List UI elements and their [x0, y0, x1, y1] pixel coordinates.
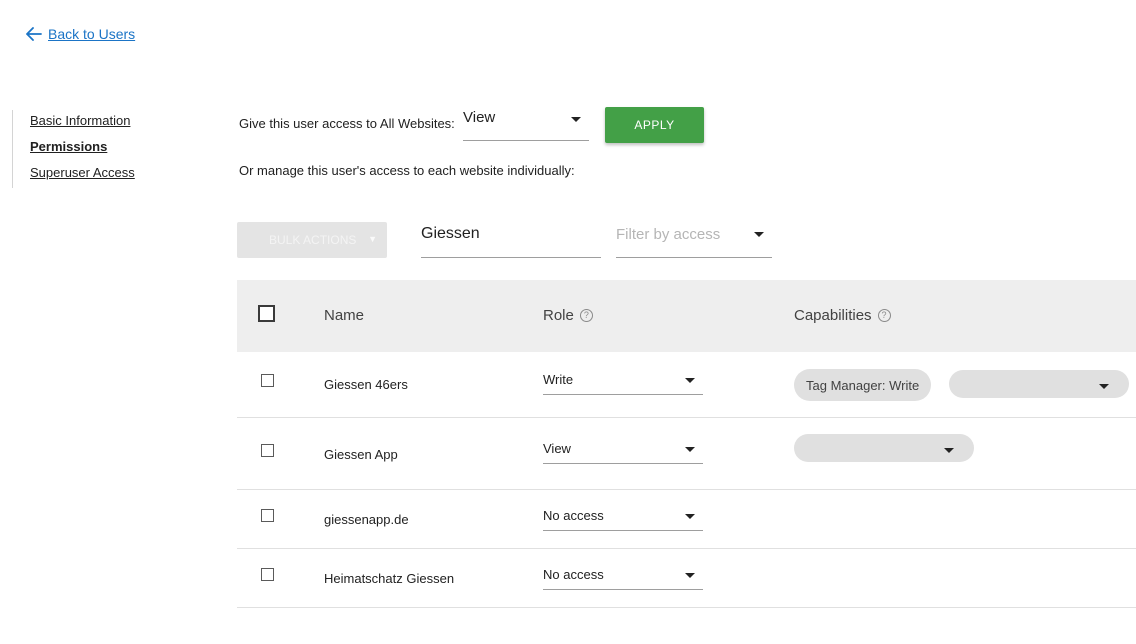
role-value: View [543, 441, 571, 456]
table-row: Giessen 46ers Write Tag Manager: Write [237, 352, 1136, 418]
dropdown-arrow-icon: ▼ [368, 234, 377, 244]
chevron-down-icon [571, 117, 581, 122]
side-nav: Basic Information Permissions Superuser … [12, 110, 135, 188]
role-select[interactable]: View [543, 438, 703, 464]
website-name: giessenapp.de [324, 512, 409, 527]
arrow-left-icon [26, 27, 42, 41]
bulk-actions-button[interactable]: BULK ACTIONS ▼ [237, 222, 387, 258]
capabilities-column-header: Capabilities ? [794, 307, 891, 324]
bulk-actions-label: BULK ACTIONS [269, 233, 357, 247]
website-name: Giessen 46ers [324, 377, 408, 392]
chevron-down-icon [754, 232, 764, 237]
table-row: Giessen App View [237, 418, 1136, 490]
apply-button[interactable]: APPLY [605, 107, 704, 143]
filter-by-access-select[interactable]: Filter by access [616, 220, 772, 258]
chevron-down-icon [685, 447, 695, 452]
capability-chip-label: Tag Manager: Write [806, 377, 920, 393]
chevron-down-icon [685, 573, 695, 578]
all-websites-role-select[interactable]: View [463, 104, 589, 141]
back-to-users-label: Back to Users [48, 26, 136, 42]
filter-by-access-placeholder: Filter by access [616, 226, 721, 243]
chevron-down-icon [685, 378, 695, 383]
website-search-input[interactable] [421, 219, 601, 249]
all-websites-role-value: View [463, 109, 496, 126]
table-header: Name Role ? Capabilities ? [237, 280, 1136, 352]
role-select[interactable]: No access [543, 564, 703, 590]
permissions-table: Name Role ? Capabilities ? Giessen 46ers… [237, 280, 1136, 608]
help-icon[interactable]: ? [877, 309, 891, 322]
name-header-label: Name [324, 307, 365, 324]
row-checkbox[interactable] [261, 444, 274, 457]
nav-item-superuser-access[interactable]: Superuser Access [12, 162, 135, 188]
capability-select[interactable] [794, 434, 974, 462]
chevron-down-icon [685, 514, 695, 519]
row-checkbox[interactable] [261, 568, 274, 581]
role-header-label: Role [543, 307, 574, 324]
chevron-down-icon [1099, 384, 1109, 389]
individual-access-label: Or manage this user's access to each web… [239, 163, 575, 178]
nav-item-permissions[interactable]: Permissions [12, 136, 135, 162]
role-value: No access [543, 567, 604, 582]
chevron-down-icon [944, 448, 954, 453]
back-to-users-link[interactable]: Back to Users [26, 26, 135, 42]
select-all-checkbox[interactable] [258, 305, 275, 322]
capability-select[interactable] [949, 370, 1129, 398]
table-row: Heimatschatz Giessen No access [237, 549, 1136, 608]
role-select[interactable]: Write [543, 369, 703, 395]
website-name: Giessen App [324, 447, 398, 462]
role-column-header: Role ? [543, 307, 593, 324]
row-checkbox[interactable] [261, 374, 274, 387]
website-name: Heimatschatz Giessen [324, 571, 455, 586]
role-value: Write [543, 372, 574, 387]
name-column-header: Name [324, 307, 364, 324]
help-icon[interactable]: ? [579, 309, 593, 322]
role-value: No access [543, 508, 604, 523]
nav-item-basic-information[interactable]: Basic Information [12, 110, 135, 136]
role-select[interactable]: No access [543, 505, 703, 531]
table-row: giessenapp.de No access [237, 490, 1136, 549]
website-search-field[interactable] [421, 219, 601, 258]
capability-chip[interactable]: Tag Manager: Write [794, 369, 932, 401]
all-websites-label: Give this user access to All Websites: [239, 116, 455, 131]
row-checkbox[interactable] [261, 509, 274, 522]
capabilities-header-label: Capabilities [794, 307, 872, 324]
